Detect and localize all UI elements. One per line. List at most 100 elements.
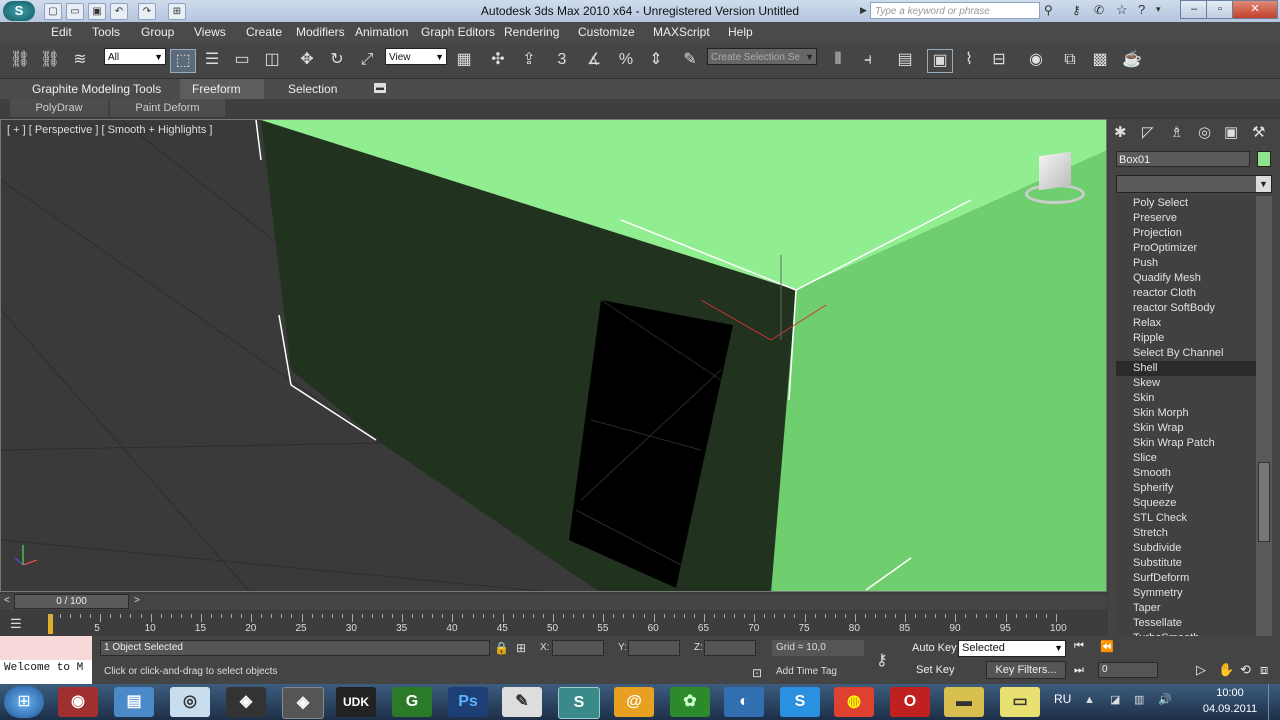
named-selection-dropdown[interactable]: Create Selection Se ▼ [707, 48, 817, 65]
communication-icon[interactable]: ✆ [1094, 3, 1110, 18]
unity-icon[interactable]: ◈ [226, 687, 266, 717]
menu-maxscript[interactable]: MAXScript [653, 25, 710, 39]
y-coordinate-field[interactable] [628, 640, 680, 656]
scrollbar-thumb[interactable] [1258, 462, 1270, 542]
modifier-list-item[interactable]: Substitute [1116, 556, 1256, 571]
file-explorer-icon[interactable]: ▤ [114, 687, 154, 717]
chevron-down-icon[interactable]: ▼ [1256, 176, 1271, 192]
spinner-snap-icon[interactable]: ⇕ [644, 49, 668, 71]
menu-customize[interactable]: Customize [578, 25, 635, 39]
modifier-list-dropdown[interactable]: ▼ [1116, 175, 1272, 193]
tray-app-icon[interactable]: ◪ [1110, 693, 1120, 706]
modifier-list-item[interactable]: SurfDeform [1116, 571, 1256, 586]
3dsmax-icon[interactable]: S [558, 687, 600, 719]
pivot-point-icon[interactable]: ▦ [452, 49, 476, 71]
unity-active-icon[interactable]: ◈ [282, 687, 324, 719]
modifier-list-item[interactable]: Taper [1116, 601, 1256, 616]
modifier-list-item[interactable]: Tessellate [1116, 616, 1256, 631]
percent-snap-icon[interactable]: % [614, 49, 638, 71]
utilities-tab-icon[interactable]: ⚒ [1252, 123, 1272, 143]
browser-icon[interactable]: ◐ [724, 687, 764, 717]
modifier-list-item[interactable]: Relax [1116, 316, 1256, 331]
binoculars-icon[interactable]: ⚲ [1044, 3, 1060, 18]
folder-icon[interactable]: ▬ [944, 687, 984, 717]
mail-agent-icon[interactable]: @ [614, 687, 654, 717]
show-desktop-button[interactable] [1268, 684, 1280, 720]
current-frame-field[interactable]: 0 [1098, 662, 1158, 678]
modifier-list-item[interactable]: Quadify Mesh [1116, 271, 1256, 286]
auto-key-button[interactable]: Auto Key [912, 642, 957, 654]
modifier-list-item[interactable]: Skew [1116, 376, 1256, 391]
help-icon[interactable]: ? [1138, 2, 1154, 17]
modifier-list-scrollbar[interactable]: ▼ [1256, 196, 1272, 660]
material-editor-icon[interactable]: ◉ [1024, 49, 1048, 71]
menu-group[interactable]: Group [141, 25, 174, 39]
slider-prev-icon[interactable]: < [4, 595, 10, 606]
object-name-field[interactable]: Box01 [1116, 151, 1250, 167]
modifier-dropdown-list[interactable]: Poly Select Preserve Projection ProOptimize… [1116, 196, 1256, 660]
clock-date[interactable]: 04.09.2011 [1198, 703, 1262, 715]
modifier-list-item[interactable]: Push [1116, 256, 1256, 271]
time-slider[interactable]: < 0 / 100 > [0, 594, 1107, 610]
help-dropdown-icon[interactable]: ▾ [1156, 4, 1166, 19]
transform-mode-icon[interactable]: ⊞ [516, 641, 526, 655]
set-key-button[interactable]: Set Key [916, 664, 955, 676]
modifier-list-item[interactable]: Skin [1116, 391, 1256, 406]
modifier-list-item[interactable]: STL Check [1116, 511, 1256, 526]
modifier-list-item[interactable]: Skin Wrap Patch [1116, 436, 1256, 451]
sticky-notes-icon[interactable]: ▭ [1000, 687, 1040, 717]
layer-manager-icon[interactable]: ▤ [893, 49, 917, 71]
hierarchy-tab-icon[interactable]: ♗ [1170, 123, 1190, 143]
z-coordinate-field[interactable] [704, 640, 756, 656]
keyboard-shortcut-override-icon[interactable]: ⇪ [517, 49, 541, 71]
object-color-swatch[interactable] [1257, 151, 1271, 167]
modifier-list-item[interactable]: Preserve [1116, 211, 1256, 226]
photoshop-icon[interactable]: Ps [448, 687, 488, 717]
menu-animation[interactable]: Animation [355, 25, 408, 39]
modifier-list-item[interactable]: Spherify [1116, 481, 1256, 496]
viewport-label[interactable]: [ + ] [ Perspective ] [ Smooth + Highlig… [7, 124, 212, 136]
viewcube-icon[interactable] [1023, 150, 1089, 206]
opera-icon[interactable]: O [890, 687, 930, 717]
volume-icon[interactable]: 🔊 [1158, 693, 1172, 706]
search-input[interactable]: Type a keyword or phrase [870, 2, 1040, 19]
key-selection-dropdown[interactable]: Selected ▼ [958, 640, 1066, 657]
schematic-view-icon[interactable]: ⊟ [987, 49, 1011, 71]
modifier-list-item[interactable]: Skin Wrap [1116, 421, 1256, 436]
search-expand-icon[interactable]: ▶ [860, 3, 868, 18]
key-mode-icon[interactable]: ⏭ [1074, 664, 1084, 677]
key-icon[interactable]: ⚷ [1072, 3, 1088, 18]
select-by-name-icon[interactable]: ☰ [200, 49, 224, 71]
menu-rendering[interactable]: Rendering [504, 25, 559, 39]
reference-coordinate-dropdown[interactable]: View ▼ [385, 48, 447, 65]
menu-edit[interactable]: Edit [51, 25, 72, 39]
tab-graphite-modeling-tools[interactable]: Graphite Modeling Tools [20, 79, 173, 99]
modifier-list-item[interactable]: Smooth [1116, 466, 1256, 481]
minimize-button[interactable]: – [1180, 0, 1208, 19]
perspective-viewport[interactable]: [ + ] [ Perspective ] [ Smooth + Highlig… [0, 119, 1107, 592]
modifier-list-item[interactable]: Projection [1116, 226, 1256, 241]
curve-editor-icon[interactable]: ⌇ [957, 49, 981, 71]
menu-tools[interactable]: Tools [92, 25, 120, 39]
bind-to-space-warp-icon[interactable]: ≋ [68, 49, 92, 71]
icq-icon[interactable]: ✿ [670, 687, 710, 717]
tray-expand-icon[interactable]: ▲ [1084, 694, 1095, 706]
track-bar[interactable]: ☰ 5 10 15 20 25 30 35 40 45 50 55 60 65 70 75 80 85 90 95 1… [0, 612, 1107, 636]
network-icon[interactable]: ◎ [170, 687, 210, 717]
modifier-list-item[interactable]: Ripple [1116, 331, 1256, 346]
select-and-link-icon[interactable]: ⛓ [8, 49, 32, 71]
modifier-list-item[interactable]: Poly Select [1116, 196, 1256, 211]
unlink-selection-icon[interactable]: ⛓ [38, 49, 62, 71]
menu-create[interactable]: Create [246, 25, 282, 39]
menu-views[interactable]: Views [194, 25, 226, 39]
media-player-icon[interactable]: ◉ [58, 687, 98, 717]
subtab-paint-deform[interactable]: Paint Deform [110, 99, 225, 117]
modifier-list-item[interactable]: ProOptimizer [1116, 241, 1256, 256]
modifier-list-item[interactable]: Shell [1116, 361, 1256, 376]
mirror-icon[interactable]: ⫴ [826, 49, 850, 71]
rectangular-selection-icon[interactable]: ▭ [230, 49, 254, 71]
modifier-list-item[interactable]: Subdivide [1116, 541, 1256, 556]
render-setup-icon[interactable]: ⧉ [1058, 49, 1082, 71]
modifier-list-item[interactable]: Squeeze [1116, 496, 1256, 511]
add-time-tag-button[interactable]: Add Time Tag [776, 666, 837, 677]
